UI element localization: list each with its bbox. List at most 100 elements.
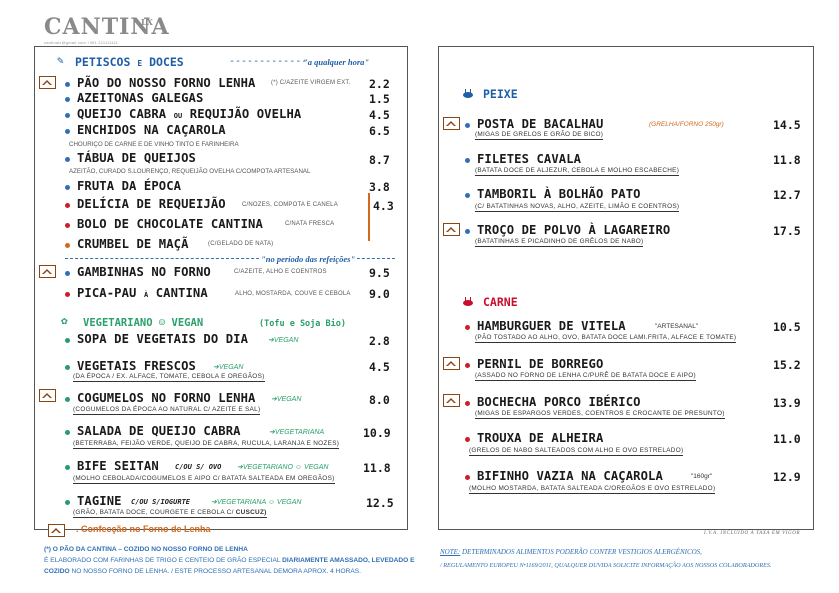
bullet-icon: [465, 229, 470, 234]
vegan-tag: ➔VEGAN: [271, 396, 302, 403]
wood-oven-icon: [443, 223, 460, 236]
item-name-join: À: [143, 291, 149, 299]
left-menu-panel: ✎ PETISCOS E DOCES ------------- "a qual…: [34, 46, 408, 530]
item-price: 15.2: [773, 358, 801, 372]
item-desc: (GRELOS DE NABO SALTEADOS COM ALHO E OVO…: [469, 447, 684, 456]
wood-oven-legend-icon: [48, 524, 65, 537]
wood-oven-icon: [39, 389, 56, 402]
item-price: 1.5: [369, 92, 390, 106]
item-name: TAMBORIL À BOLHÃO PATO: [477, 187, 641, 201]
petiscos-title-word2: DOCES: [149, 55, 184, 69]
item-desc: (COGUMELOS DA ÉPOCA AO NATURAL C/ AZEITE…: [73, 406, 261, 415]
item-name: BIFINHO VAZIA NA CAÇAROLA: [477, 469, 663, 483]
item-price: 12.9: [773, 470, 801, 484]
footer-bread-line3: COZIDO NO NOSSO FORNO DE LENHA. / ESTE P…: [44, 568, 361, 575]
bullet-icon: [465, 193, 470, 198]
item-name-join: OU: [173, 112, 183, 120]
logo-sub: cantinalx@gmail.com +351 211111111: [44, 40, 119, 45]
item-price: 11.0: [773, 432, 801, 446]
vegetarian-tag: ➔VEGETARIANA: [269, 429, 325, 436]
bullet-icon: [65, 365, 70, 370]
item-name: SOPA DE VEGETAIS DO DIA: [77, 332, 249, 346]
item-name-part1: PICA-PAU: [77, 286, 137, 300]
item-desc: (PÃO TOSTADO AO ALHO, OVO, BATATA DOCE L…: [475, 334, 737, 343]
footer-line2-part2: DIARIAMENTE AMASSADO, LEVEDADO E: [282, 557, 415, 564]
item-name: TÁBUA DE QUEIJOS: [77, 151, 196, 165]
item-name: TROÇO DE POLVO À LAGAREIRO: [477, 223, 671, 237]
item-name: TAGINE: [77, 494, 122, 508]
bullet-icon: [65, 223, 70, 228]
item-price: 11.8: [363, 461, 391, 475]
item-price: 11.8: [773, 153, 801, 167]
bullet-icon: [65, 203, 70, 208]
item-desc: (ASSADO NO FORNO DE LENHA C/PURÊ DE BATA…: [475, 372, 696, 381]
fish-dish-icon: [463, 89, 473, 98]
item-name: SALADA DE QUEIJO CABRA: [77, 424, 241, 438]
petiscos-title-join: E: [137, 59, 143, 68]
item-desc: (MOLHO CEBOLADA/COGUMELOS E AIPO C/ BATA…: [73, 475, 335, 484]
bullet-icon: [465, 123, 470, 128]
petiscos-title-word: PETISCOS: [75, 55, 131, 69]
vegan-tag: ➔VEGAN: [268, 337, 299, 344]
bullet-icon: [465, 437, 470, 442]
price-group-bar: [368, 193, 370, 241]
item-name-part1: QUEIJO CABRA: [77, 107, 167, 121]
vegetarian-tag: ➔VEGETARIANA ☺ VEGAN: [211, 499, 302, 506]
footer-line3-part1: COZIDO: [44, 568, 70, 575]
vegan-tag: ➔VEGAN: [213, 364, 244, 371]
footer-bread-line2: É ELABORADO COM FARINHAS DE TRIGO E CENT…: [44, 557, 415, 564]
logo-sup: LX: [141, 17, 153, 27]
bullet-icon: [65, 271, 70, 276]
bullet-icon: [65, 243, 70, 248]
item-name-part2: REQUIJÃO OVELHA: [189, 107, 302, 121]
item-desc: (C/ BATATINHAS NOVAS, ALHO, AZEITE, LIMÃ…: [475, 203, 680, 212]
item-price: 17.5: [773, 224, 801, 238]
bullet-icon: [65, 430, 70, 435]
note-label: NOTE:: [440, 548, 461, 556]
item-price: 12.5: [366, 496, 394, 510]
bullet-icon: [65, 97, 70, 102]
item-tag: "ARTESANAL": [655, 323, 699, 330]
carne-title: CARNE: [483, 295, 518, 309]
regulation-note: / REGULAMENTO EUROPEU N•1169/2011, QUALQ…: [440, 562, 772, 569]
bullet-icon: [65, 185, 70, 190]
item-desc: (MIGAS DE GRELOS E GRÃO DE BICO): [475, 131, 604, 140]
footer-line2-part1: É ELABORADO COM FARINHAS DE TRIGO E CENT…: [44, 557, 281, 564]
bullet-icon: [465, 325, 470, 330]
item-desc: (BATATINHAS E PICADINHO DE GRÊLOS DE NAB…: [475, 238, 644, 247]
item-desc: CHOURIÇO DE CARNE E DE VINHO TINTO E FAR…: [69, 141, 239, 148]
meat-dish-icon: [463, 297, 473, 306]
item-price: 2.8: [369, 334, 390, 348]
item-price: 9.0: [369, 287, 390, 301]
item-desc: C/NOZES, COMPOTA E CANELA: [242, 202, 338, 208]
veg-title-word2: VEGAN: [171, 317, 204, 329]
bullet-icon: [65, 113, 70, 118]
item-name: BOLO DE CHOCOLATE CANTINA: [77, 217, 263, 231]
cantina-logo: CANTINA LX cantinalx@gmail.com +351 2111…: [44, 14, 169, 48]
item-name: PICA-PAU À CANTINA: [77, 286, 208, 300]
item-name: BOCHECHA PORCO IBÉRICO: [477, 395, 641, 409]
item-price: 2.2: [369, 77, 390, 91]
item-name: HAMBURGUER DE VITELA: [477, 319, 626, 333]
item-name: TROUXA DE ALHEIRA: [477, 431, 604, 445]
bullet-icon: [65, 82, 70, 87]
peixe-title: PEIXE: [483, 87, 518, 101]
item-price: 8.0: [369, 393, 390, 407]
item-desc: AZEITÃO, CURADO S.LOURENÇO, REQUEIJÃO OV…: [69, 168, 311, 175]
note-text: DETERMINADOS ALIMENTOS PODERÃO CONTER VE…: [460, 548, 702, 556]
bullet-icon: [65, 157, 70, 162]
item-price: 8.7: [369, 153, 390, 167]
veg-note: (Tofu e Soja Bio): [259, 319, 346, 329]
bullet-icon: [465, 401, 470, 406]
footer-bread-title: (*) O PÃO DA CANTINA – COZIDO NO NOSSO F…: [44, 546, 248, 553]
bullet-icon: [65, 292, 70, 297]
petiscos-title: PETISCOS E DOCES: [75, 55, 184, 69]
item-option: C/OU S/ OVO: [175, 463, 222, 471]
item-price: 13.9: [773, 396, 801, 410]
item-name-part2: CANTINA: [155, 286, 208, 300]
item-desc: ALHO, MOSTARDA, COUVE E CEBOLA: [235, 291, 351, 297]
smile-icon: ☺: [158, 317, 166, 329]
bullet-icon: [65, 397, 70, 402]
item-desc: (C/GELADO DE NATA): [208, 241, 274, 247]
item-desc: (*) C/AZEITE VIRGEM EXT.: [271, 80, 351, 86]
